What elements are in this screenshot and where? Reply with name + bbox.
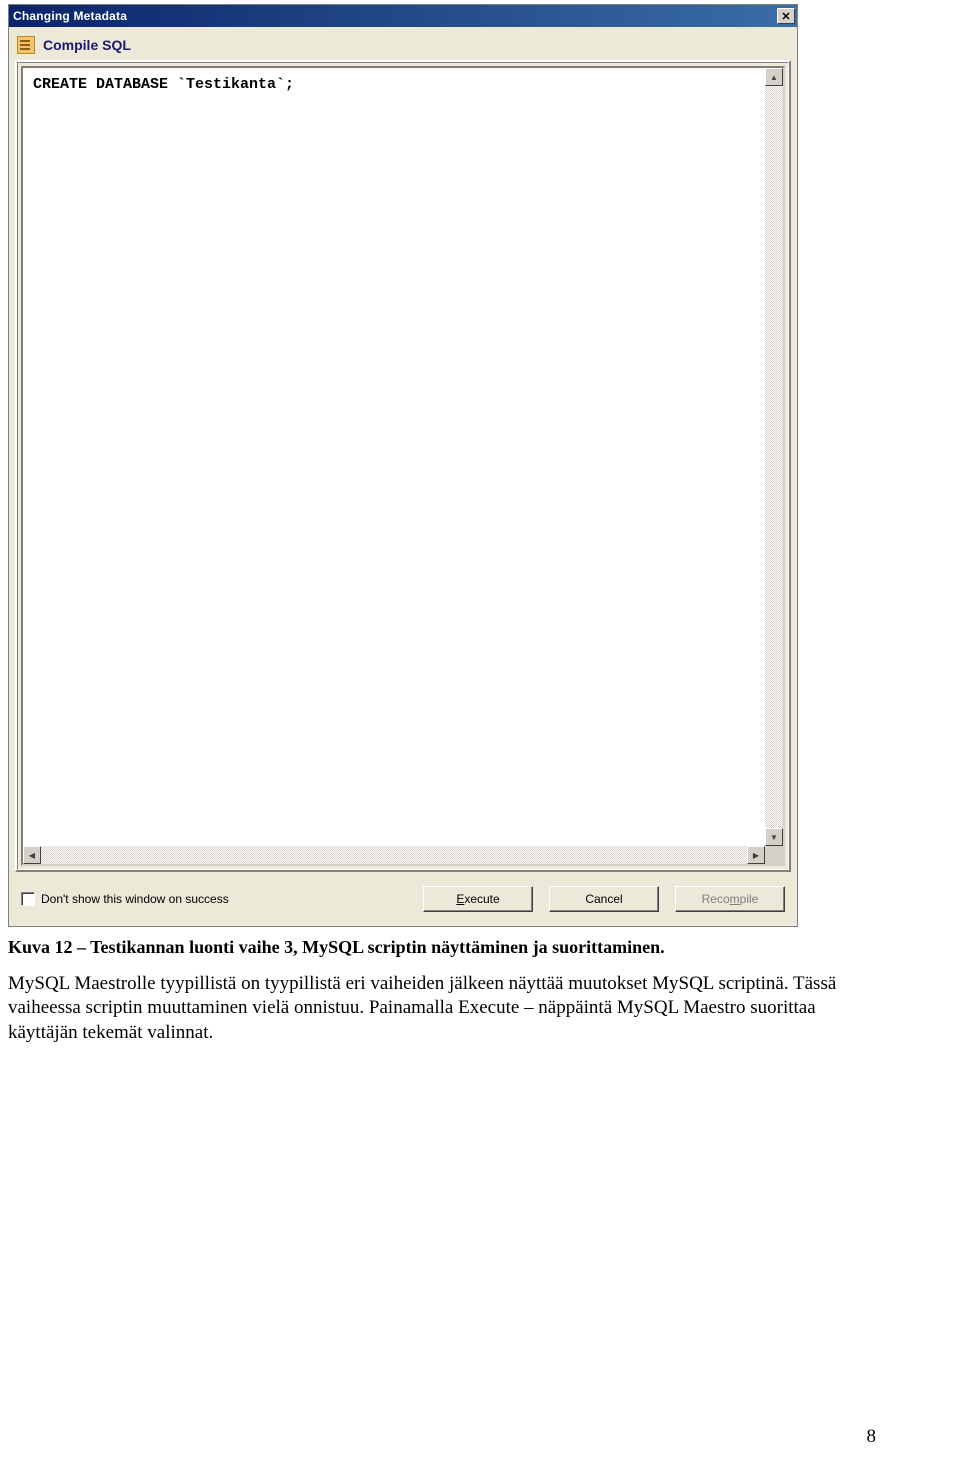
- scroll-corner: [765, 846, 783, 864]
- scroll-right-icon[interactable]: ▶: [747, 846, 765, 864]
- dialog-footer: Don't show this window on success Execut…: [15, 872, 791, 920]
- checkbox-label: Don't show this window on success: [41, 892, 229, 906]
- close-icon: ✕: [781, 10, 790, 23]
- close-button[interactable]: ✕: [777, 8, 795, 24]
- cancel-button[interactable]: Cancel: [549, 886, 659, 912]
- sql-code[interactable]: CREATE DATABASE `Testikanta`;: [23, 68, 765, 846]
- scroll-up-icon[interactable]: ▲: [765, 68, 783, 86]
- scroll-track[interactable]: [765, 86, 783, 828]
- scroll-down-icon[interactable]: ▼: [765, 828, 783, 846]
- dont-show-checkbox[interactable]: Don't show this window on success: [21, 892, 229, 906]
- editor-frame: CREATE DATABASE `Testikanta`; ▲ ▼ ◀ ▶: [15, 60, 791, 872]
- page-number: 8: [867, 1426, 877, 1448]
- window-title: Changing Metadata: [13, 9, 127, 23]
- sql-editor[interactable]: CREATE DATABASE `Testikanta`; ▲ ▼ ◀ ▶: [21, 66, 785, 866]
- scroll-track-h[interactable]: [41, 846, 747, 864]
- recompile-button: Recompile: [675, 886, 785, 912]
- scroll-left-icon[interactable]: ◀: [23, 846, 41, 864]
- section-label: Compile SQL: [43, 37, 131, 53]
- dialog-body: Compile SQL CREATE DATABASE `Testikanta`…: [9, 27, 797, 926]
- section-header: Compile SQL: [15, 33, 791, 60]
- changing-metadata-dialog: Changing Metadata ✕ Compile SQL CREATE D…: [8, 4, 798, 927]
- checkbox-icon[interactable]: [21, 892, 35, 906]
- body-paragraph: MySQL Maestrolle tyypillistä on tyypilli…: [8, 972, 876, 1045]
- execute-button[interactable]: Execute: [423, 886, 533, 912]
- titlebar[interactable]: Changing Metadata ✕: [9, 5, 797, 27]
- sql-script-icon: [17, 36, 35, 54]
- vertical-scrollbar[interactable]: ▲ ▼: [765, 68, 783, 846]
- figure-caption: Kuva 12 – Testikannan luonti vaihe 3, My…: [8, 937, 960, 958]
- button-row: Execute Cancel Recompile: [423, 886, 785, 912]
- horizontal-scrollbar[interactable]: ◀ ▶: [23, 846, 783, 864]
